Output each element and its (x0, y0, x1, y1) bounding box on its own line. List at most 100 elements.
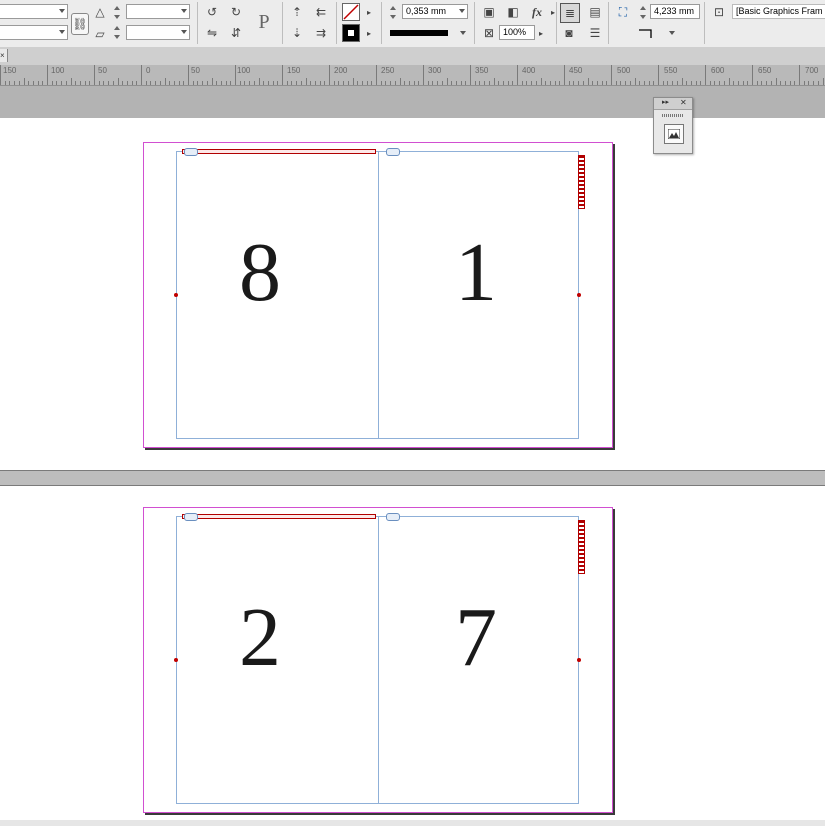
shear-stepper[interactable] (113, 25, 122, 40)
ruler-tick (277, 81, 279, 85)
ruler-tick (4, 81, 6, 85)
stroke-weight-stepper[interactable] (389, 5, 398, 20)
close-icon[interactable]: ✕ (680, 98, 687, 107)
ruler-tick (235, 65, 236, 85)
ruler-tick (564, 65, 565, 85)
ruler-tick (554, 81, 556, 85)
select-container-icon[interactable]: ⇡ (288, 3, 306, 21)
overflow-strip[interactable] (578, 520, 585, 574)
ruler-tick (484, 81, 486, 85)
object-style-field[interactable]: [Basic Graphics Fram (732, 4, 825, 19)
ruler-tick (371, 81, 373, 85)
frame-selection-bar[interactable] (182, 514, 376, 519)
ruler-tick (700, 81, 702, 85)
ruler-tick (305, 78, 307, 85)
flip-horizontal-icon[interactable]: ⇋ (203, 24, 221, 42)
spread-1[interactable]: 8 1 (143, 142, 613, 448)
floating-panel[interactable]: ▸▸ ✕ (653, 97, 693, 154)
effects-icon[interactable]: fx (528, 3, 546, 21)
frame-fitting-icon[interactable]: ⛶ (614, 3, 632, 21)
anchor-point[interactable] (174, 658, 178, 662)
ruler-tick (540, 78, 542, 85)
stroke-type-sample (390, 30, 448, 36)
ruler-tick (423, 65, 424, 85)
constrain-proportions-icon[interactable]: ⛓ (71, 13, 89, 35)
ruler-tick (526, 81, 528, 85)
ruler-tick (159, 81, 161, 85)
rotate-angle-field[interactable] (126, 4, 190, 19)
select-next-object-icon[interactable]: ⇉ (312, 24, 330, 42)
bottom-scroll-area (0, 820, 825, 826)
grip-handle[interactable] (662, 114, 684, 117)
panel-header[interactable]: ▸▸ ✕ (654, 98, 692, 110)
ruler-tick (42, 81, 44, 85)
tab-close-icon[interactable]: × (0, 49, 8, 62)
ruler-tick (695, 81, 697, 85)
ruler-tick (70, 78, 72, 85)
opacity-menu-arrow-icon[interactable]: ▸ (536, 24, 546, 42)
rotate-stepper[interactable] (113, 5, 122, 20)
ruler-tick (244, 81, 246, 85)
spine-guide (378, 516, 379, 804)
stroke-menu-arrow-icon[interactable]: ▸ (364, 24, 374, 42)
overflow-strip[interactable] (578, 155, 585, 209)
ruler-tick (705, 65, 706, 85)
reference-point-y-field[interactable] (0, 25, 68, 40)
ruler-tick (296, 81, 298, 85)
flip-vertical-icon[interactable]: ⇵ (227, 24, 245, 42)
ruler-label: 550 (664, 66, 678, 75)
ruler-tick (84, 81, 86, 85)
ruler-tick (470, 65, 471, 85)
offset-stepper[interactable] (639, 5, 648, 20)
wrap-jump-object-icon[interactable]: ☰ (586, 24, 604, 42)
horizontal-ruler[interactable]: 150 100 50 0 50 100 150 200 250 300 350 … (0, 65, 825, 86)
object-style-icon[interactable]: ⊡ (710, 3, 728, 21)
ruler-tick (549, 81, 551, 85)
ruler-tick (352, 78, 354, 85)
ruler-tick (559, 81, 561, 85)
anchor-point[interactable] (577, 293, 581, 297)
ruler-tick (94, 65, 95, 85)
ruler-tick (747, 81, 749, 85)
ruler-label: 450 (569, 66, 583, 75)
fill-menu-arrow-icon[interactable]: ▸ (364, 3, 374, 21)
ruler-tick (202, 81, 204, 85)
stroke-weight-field[interactable]: 0,353 mm (402, 4, 468, 19)
stroke-swatch-icon[interactable] (342, 24, 360, 42)
opacity-field[interactable]: 100% (499, 25, 535, 40)
ruler-tick (517, 65, 518, 85)
shear-angle-field[interactable] (126, 25, 190, 40)
frame-selection-bar[interactable] (182, 149, 376, 154)
wrap-object-shape-icon[interactable]: ◙ (560, 24, 578, 42)
ruler-label: 250 (381, 66, 395, 75)
ruler-tick (376, 65, 377, 85)
ruler-tick (263, 81, 265, 85)
shadow-toggle-icon[interactable]: ◧ (504, 3, 522, 21)
rotate-ccw-icon[interactable]: ↺ (203, 3, 221, 21)
ruler-tick (366, 81, 368, 85)
ruler-tick (361, 81, 363, 85)
collapse-icon[interactable]: ▸▸ (662, 98, 669, 106)
ruler-tick (813, 81, 815, 85)
ruler-tick (56, 81, 58, 85)
ruler-tick (756, 81, 758, 85)
ruler-tick (333, 81, 335, 85)
drop-shadow-icon[interactable]: ▣ (480, 3, 498, 21)
corner-shape-dropdown[interactable] (637, 26, 679, 40)
anchor-point[interactable] (577, 658, 581, 662)
wrap-none-icon[interactable]: ≣ (560, 3, 580, 23)
stroke-type-dropdown[interactable] (390, 26, 468, 40)
offset-field[interactable]: 4,233 mm (650, 4, 700, 19)
wrap-bounding-box-icon[interactable]: ▤ (586, 3, 604, 21)
anchor-point[interactable] (174, 293, 178, 297)
select-content-icon[interactable]: ⇣ (288, 24, 306, 42)
ruler-tick (681, 78, 683, 85)
spread-2[interactable]: 2 7 (143, 507, 613, 813)
ruler-tick (408, 81, 410, 85)
fill-swatch-icon[interactable] (342, 3, 360, 21)
rotate-cw-icon[interactable]: ↻ (227, 3, 245, 21)
select-previous-object-icon[interactable]: ⇇ (312, 3, 330, 21)
image-panel-icon[interactable] (664, 124, 684, 144)
reference-point-x-field[interactable] (0, 4, 68, 19)
ruler-tick (220, 81, 222, 85)
